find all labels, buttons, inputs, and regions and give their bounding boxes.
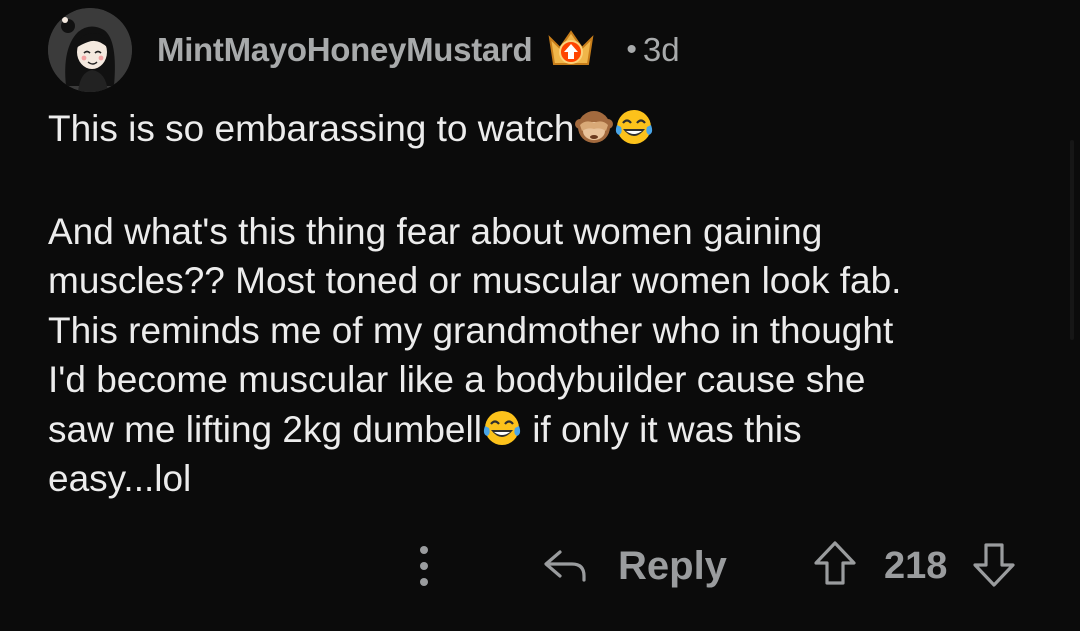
more-vertical-icon[interactable] xyxy=(404,540,444,592)
upvote-arrow-icon[interactable] xyxy=(812,539,858,594)
comment-body: This is so embarassing to watch And what… xyxy=(48,104,1058,504)
vote-score: 218 xyxy=(884,544,948,587)
paragraph-line: And what's this thing fear about women g… xyxy=(48,210,823,252)
tears-of-joy-icon xyxy=(482,408,522,448)
comment-paragraph-2: And what's this thing fear about women g… xyxy=(48,207,1058,504)
downvote-arrow-icon[interactable] xyxy=(971,539,1017,594)
paragraph-line: I'd become muscular like a bodybuilder c… xyxy=(48,359,866,400)
comment-age[interactable]: 3d xyxy=(643,31,680,69)
paragraph-text: This is so embarassing to watch xyxy=(48,108,575,149)
reply-arrow-icon xyxy=(544,550,586,582)
meta-separator: • xyxy=(626,33,637,66)
paragraph-line: easy...lol xyxy=(48,458,192,499)
paragraph-line: This reminds me of my grandmother who in… xyxy=(48,309,894,351)
comment-paragraph-1: This is so embarassing to watch xyxy=(48,104,1058,154)
reply-label: Reply xyxy=(618,543,727,588)
paragraph-line: muscles?? Most toned or muscular women l… xyxy=(48,260,902,301)
paragraph-line: if only it was this xyxy=(521,408,802,450)
vote-controls: 218 xyxy=(812,536,1017,596)
comment-header: MintMayoHoneyMustard • 3d xyxy=(48,8,680,92)
see-no-evil-monkey-icon xyxy=(574,107,614,147)
comment-actions: Reply 218 xyxy=(0,530,1080,602)
tears-of-joy-icon xyxy=(614,107,654,147)
author-username[interactable]: MintMayoHoneyMustard xyxy=(157,31,533,69)
comment: MintMayoHoneyMustard • 3d This is so emb… xyxy=(0,0,1080,631)
scrollbar[interactable] xyxy=(1070,140,1074,340)
paragraph-line: saw me lifting 2kg dumbell xyxy=(48,408,482,450)
reply-button[interactable]: Reply xyxy=(540,536,727,596)
crown-upvote-badge-icon xyxy=(546,28,596,72)
user-avatar-icon[interactable] xyxy=(48,8,132,92)
